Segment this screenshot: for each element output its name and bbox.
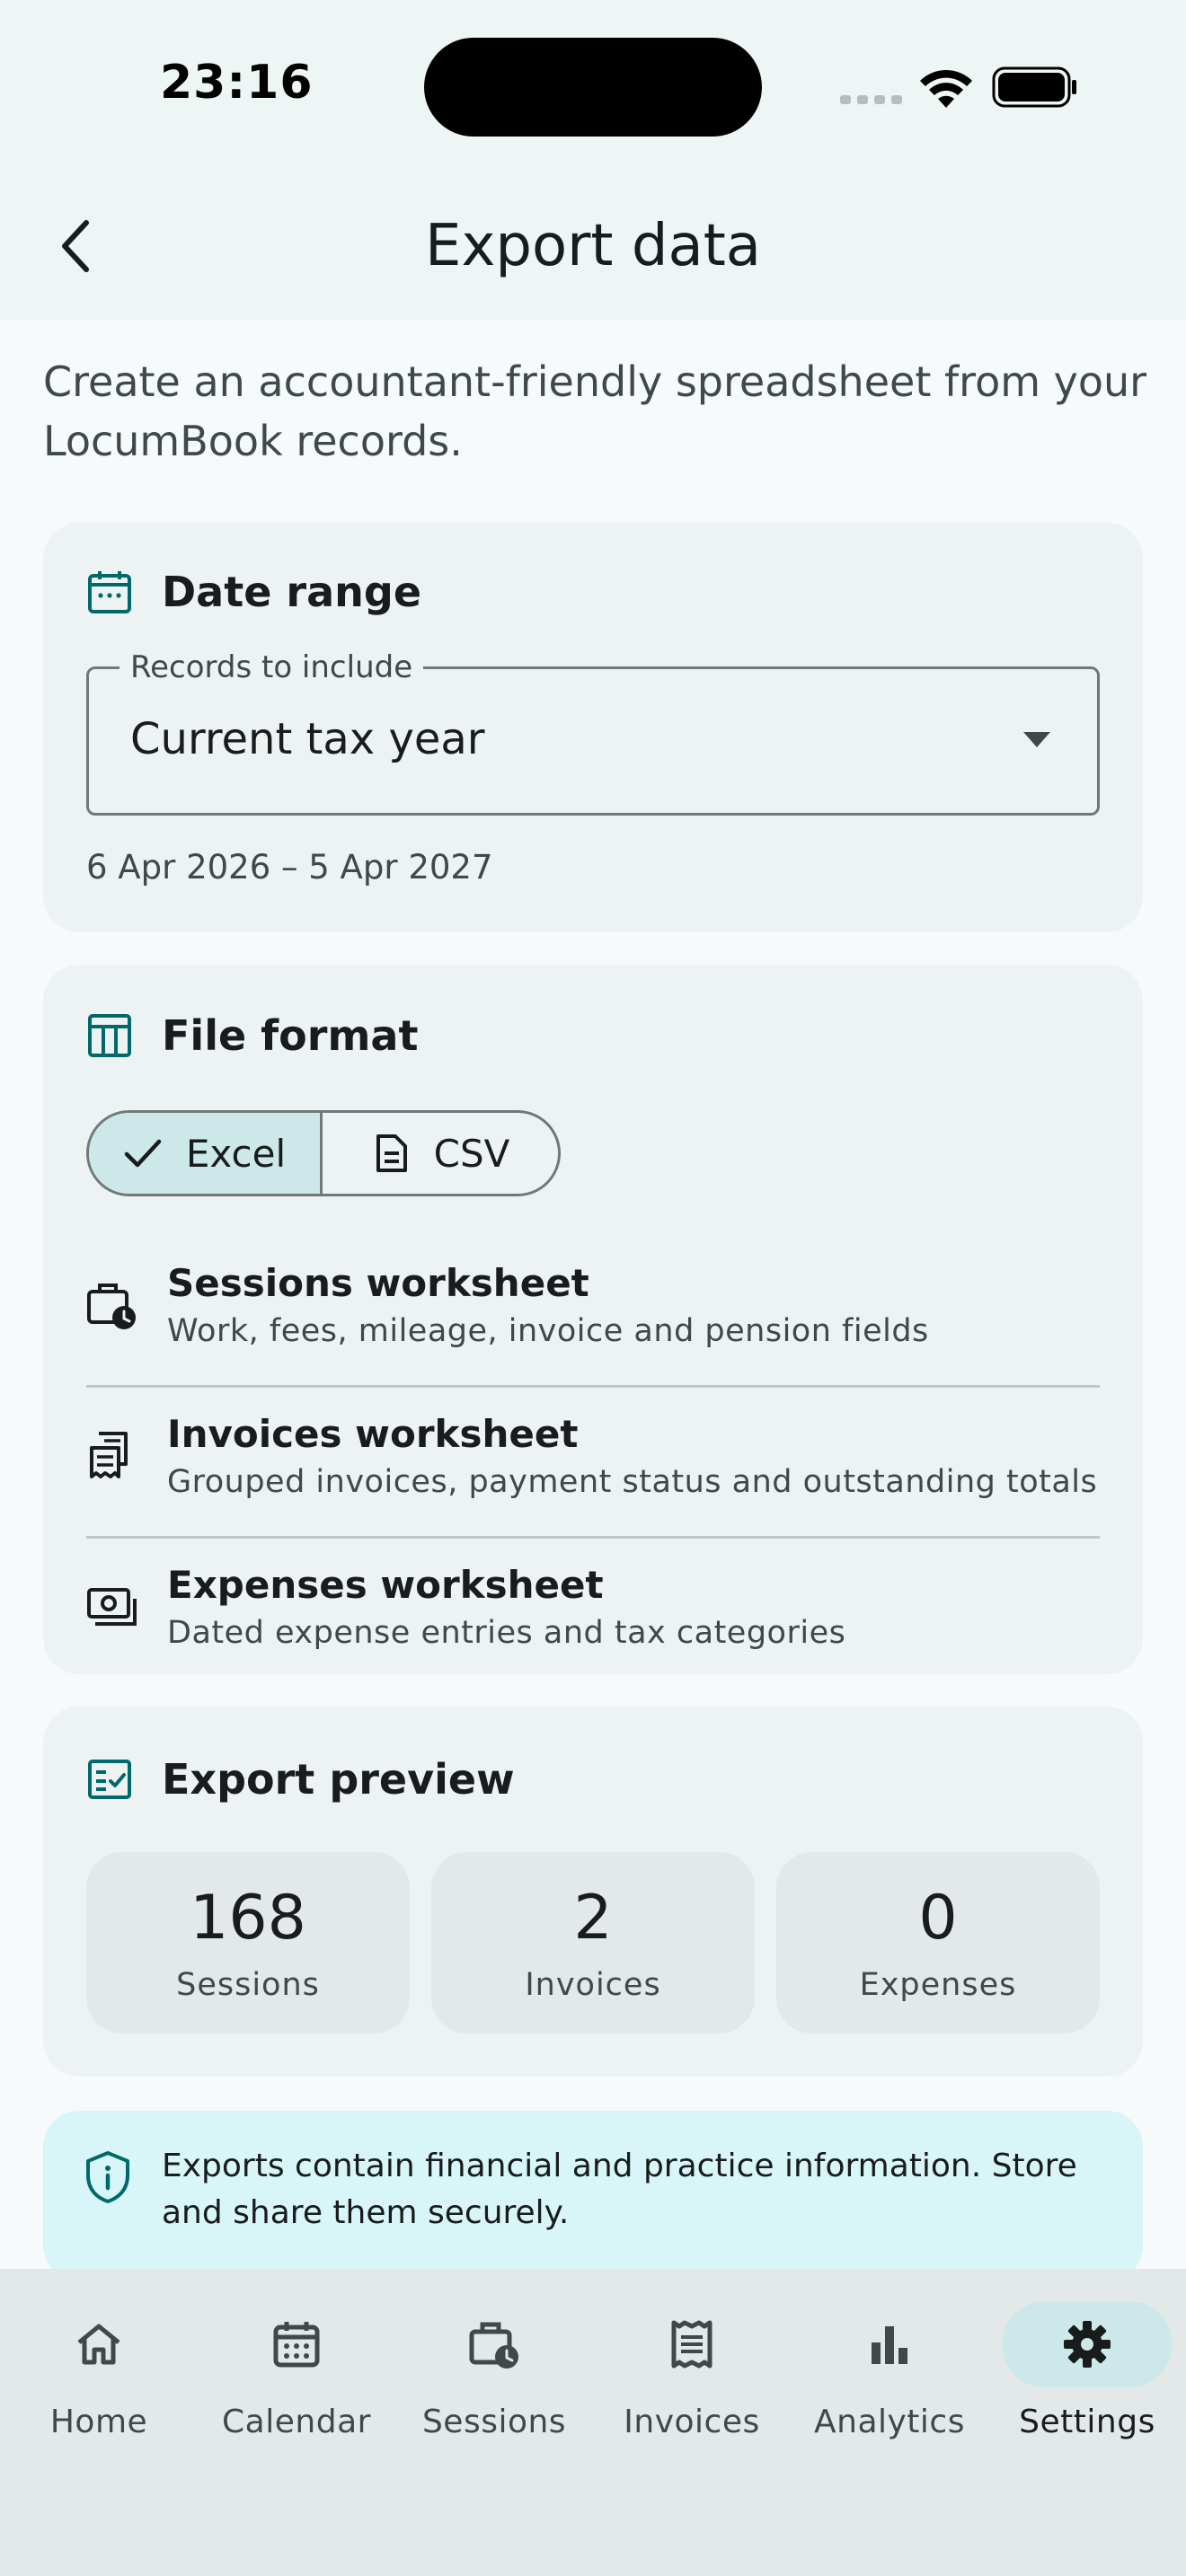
nav-item-calendar[interactable]: Calendar [198,2301,395,2445]
page-title: Export data [425,213,761,279]
sessions-worksheet-item: Sessions worksheet Work, fees, mileage, … [86,1234,1100,1385]
divider [86,1385,1100,1388]
nav-label-calendar: Calendar [222,2404,371,2440]
divider [86,1536,1100,1539]
date-range-header: Date range [86,568,421,616]
sessions-worksheet-title: Sessions worksheet [167,1261,589,1305]
document-icon [376,1134,407,1172]
format-option-csv[interactable]: CSV [323,1113,558,1194]
bar-chart-icon [872,2326,907,2364]
invoices-count-label: Invoices [525,1967,661,2003]
calendar-icon [88,571,131,613]
security-note-text: Exports contain financial and practice i… [162,2148,1077,2231]
expenses-count-label: Expenses [859,1967,1017,2003]
table-icon [88,1014,131,1057]
intro-text: Create an accountant-friendly spreadshee… [43,357,1147,465]
expenses-worksheet-title: Expenses worksheet [167,1563,604,1607]
invoices-worksheet-title: Invoices worksheet [167,1412,579,1456]
receipt-icon [671,2320,712,2369]
records-to-include-label: Records to include [119,649,424,685]
file-format-title: File format [162,1011,419,1060]
security-note: Exports contain financial and practice i… [43,2111,1143,2281]
dropdown-arrow-icon [1023,732,1050,747]
home-icon [77,2324,120,2365]
status-time: 23:16 [160,56,314,110]
nav-item-settings[interactable]: Settings [988,2301,1186,2445]
status-bar: 23:16 [0,0,1186,180]
nav-label-sessions: Sessions [421,2404,567,2440]
format-option-excel[interactable]: Excel [89,1113,323,1194]
briefcase-clock-icon [469,2322,518,2369]
check-icon [124,1139,162,1168]
date-range-card: Date range Records to include Current ta… [43,523,1143,932]
file-format-header: File format [86,1011,418,1060]
format-option-csv-label: CSV [433,1131,510,1176]
checklist-icon [88,1760,131,1799]
date-range-caption: 6 Apr 2026 – 5 Apr 2027 [86,848,493,887]
records-to-include-select[interactable]: Records to include Current tax year [86,649,1100,816]
gear-icon [1064,2321,1111,2368]
format-option-excel-label: Excel [185,1131,287,1176]
sessions-count-tile: 168 Sessions [86,1852,410,2033]
briefcase-clock-icon [87,1284,136,1329]
cellular-signal-icon [840,95,902,104]
sessions-count-label: Sessions [176,1967,320,2003]
bottom-navigation: Home Calendar Sessions Invoices Analytic… [0,2269,1186,2576]
export-preview-title: Export preview [162,1755,515,1804]
date-range-title: Date range [162,568,422,616]
dynamic-island [424,38,762,137]
nav-label-settings: Settings [1019,2404,1155,2440]
calendar-icon [273,2322,320,2368]
nav-item-sessions[interactable]: Sessions [395,2301,593,2445]
battery-icon [992,66,1076,108]
expenses-count: 0 [918,1883,958,1954]
shield-info-icon [86,2151,129,2203]
sessions-worksheet-description: Work, fees, mileage, invoice and pension… [167,1313,929,1349]
export-preview-card: Export preview 168 Sessions 2 Invoices 0… [43,1707,1143,2077]
nav-item-analytics[interactable]: Analytics [791,2301,988,2445]
records-to-include-value: Current tax year [130,714,485,764]
receipt-icon [90,1432,128,1478]
wifi-icon [920,69,972,108]
export-preview-header: Export preview [86,1755,515,1804]
nav-label-home: Home [49,2404,148,2440]
expenses-worksheet-item: Expenses worksheet Dated expense entries… [86,1536,1100,1687]
expenses-count-tile: 0 Expenses [776,1852,1100,2033]
format-segmented-button: Excel CSV [86,1110,561,1196]
sessions-count: 168 [190,1883,306,1954]
cash-icon [87,1588,137,1626]
invoices-worksheet-description: Grouped invoices, payment status and out… [167,1464,1098,1500]
invoices-worksheet-item: Invoices worksheet Grouped invoices, pay… [86,1385,1100,1536]
nav-label-analytics: Analytics [814,2404,965,2440]
file-format-card: File format Excel CSV Sessions worksheet… [43,965,1143,1674]
nav-label-invoices: Invoices [624,2404,760,2440]
invoices-count-tile: 2 Invoices [431,1852,755,2033]
nav-item-invoices[interactable]: Invoices [593,2301,791,2445]
invoices-count: 2 [573,1883,613,1954]
nav-item-home[interactable]: Home [0,2301,198,2445]
expenses-worksheet-description: Dated expense entries and tax categories [167,1615,846,1651]
app-bar: Export data [0,180,1186,320]
